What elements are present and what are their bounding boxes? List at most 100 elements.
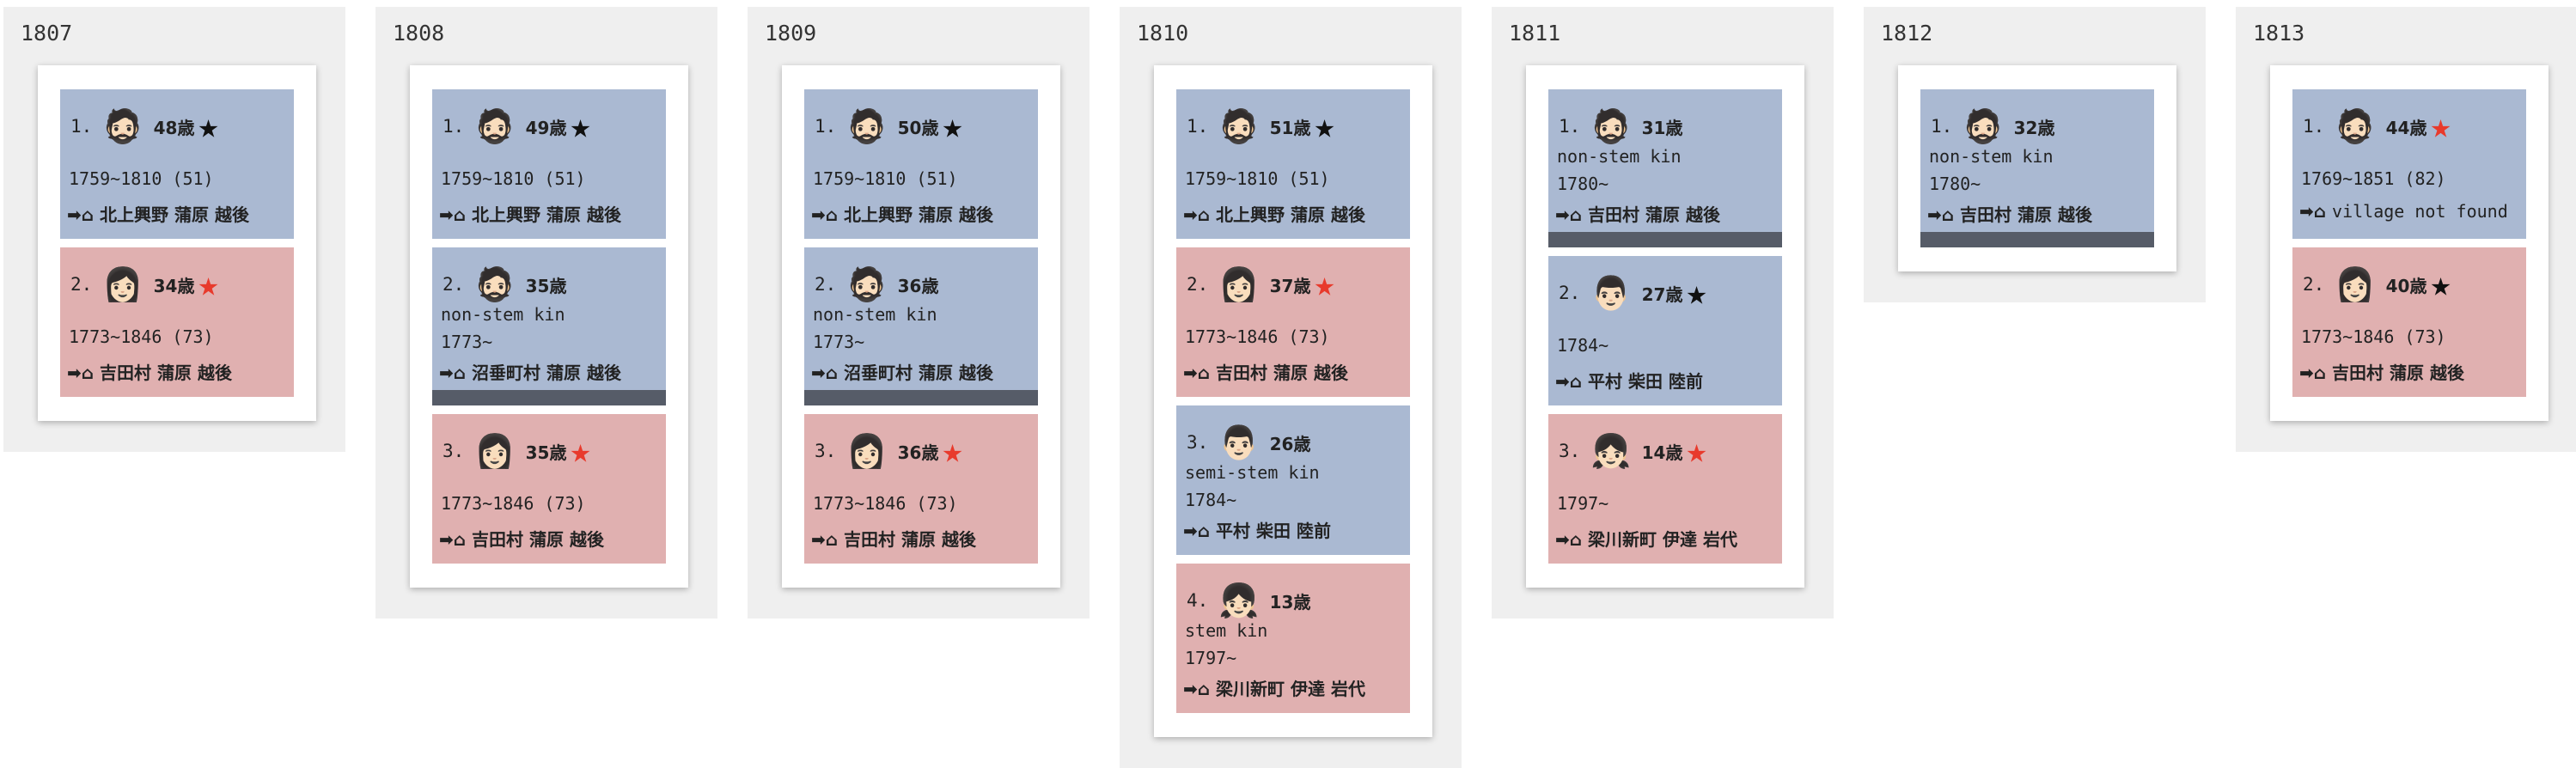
person-header: 1. 🧔🏻 48歳 ★ [70,107,219,146]
household-card[interactable]: 1. 🧔🏻 32歳 non-stem kin 1780~ ➡⌂ 吉田村 蒲原 越後 [1898,65,2176,271]
person-age: 36歳 [897,275,939,296]
person-entry[interactable]: 1. 🧔🏻 49歳 ★ 1759~1810 (51) ➡⌂ 北上興野 蒲原 越後 [432,89,666,239]
life-dates: 1797~ [1557,493,1609,514]
year-label: 1808 [393,21,445,46]
origin-arrow-house-icon: ➡⌂ [67,363,101,383]
person-header: 1. 🧔🏻 44歳 ★ [2303,107,2451,146]
person-age: 13歳 [1269,591,1311,613]
person-age: 40歳 [2385,275,2427,296]
person-entry[interactable]: 3. 👩🏻 35歳 ★ 1773~1846 (73) ➡⌂ 吉田村 蒲原 越後 [432,414,666,564]
location-text: village not found [2332,201,2508,222]
person-entry[interactable]: 3. 👧🏻 14歳 ★ 1797~ ➡⌂ 梁川新町 伊達 岩代 [1548,414,1782,564]
household-card[interactable]: 1. 🧔🏻 50歳 ★ 1759~1810 (51) ➡⌂ 北上興野 蒲原 越後 2. 🧔🏻 3… [782,65,1060,588]
origin-arrow-house-icon: ➡⌂ [811,363,845,383]
origin-location: ➡⌂ 平村 柴田 陸前 [1183,517,1331,542]
origin-arrow-house-icon: ➡⌂ [2299,363,2333,383]
person-face-icon: 👩🏻 [1218,265,1260,303]
origin-location: ➡⌂ 北上興野 蒲原 越後 [1183,201,1365,226]
person-number: 1. [1559,116,1581,137]
person-age: 51歳 [1269,117,1311,138]
person-entry[interactable]: 1. 🧔🏻 48歳 ★ 1759~1810 (51) ➡⌂ 北上興野 蒲原 越後 [60,89,294,239]
person-age: 49歳 [525,117,567,138]
year-label: 1809 [765,21,817,46]
person-number: 3. [443,441,465,461]
head-star-icon: ★ [942,431,963,471]
origin-location: ➡⌂ 北上興野 蒲原 越後 [811,201,993,226]
person-number: 3. [815,441,837,461]
household-card[interactable]: 1. 🧔🏻 44歳 ★ 1769~1851 (82) ➡⌂ village not fou… [2270,65,2549,421]
location-text: 梁川新町 伊達 岩代 [1588,529,1737,550]
person-face-icon: 👩🏻 [102,265,143,303]
origin-location: ➡⌂ 吉田村 蒲原 越後 [67,359,232,384]
location-text: 吉田村 蒲原 越後 [1216,363,1348,383]
kin-type: non-stem kin [1929,146,2054,167]
origin-location: ➡⌂ 吉田村 蒲原 越後 [1555,201,1720,226]
origin-arrow-house-icon: ➡⌂ [811,204,845,225]
person-entry[interactable]: 3. 👩🏻 36歳 ★ 1773~1846 (73) ➡⌂ 吉田村 蒲原 越後 [804,414,1038,564]
head-star-icon: ★ [2430,107,2451,146]
person-face-icon: 🧔🏻 [846,265,888,303]
person-age: 44歳 [2385,117,2427,138]
person-number: 3. [1559,441,1581,461]
person-entry[interactable]: 2. 🧔🏻 36歳 non-stem kin 1773~ ➡⌂ 沼垂町村 蒲原 越後 [804,247,1038,405]
head-star-icon: ★ [1314,265,1335,304]
origin-arrow-house-icon: ➡⌂ [1183,204,1217,225]
head-star-icon: ★ [1314,107,1335,146]
person-entry[interactable]: 1. 🧔🏻 50歳 ★ 1759~1810 (51) ➡⌂ 北上興野 蒲原 越後 [804,89,1038,239]
person-face-icon: 🧔🏻 [1963,107,2004,145]
person-age: 35歳 [525,275,567,296]
person-header: 2. 👩🏻 40歳 ★ [2303,265,2451,304]
year-label: 1813 [2253,21,2305,46]
person-entry[interactable]: 1. 🧔🏻 32歳 non-stem kin 1780~ ➡⌂ 吉田村 蒲原 越後 [1920,89,2154,247]
origin-arrow-house-icon: ➡⌂ [439,363,473,383]
origin-location: ➡⌂ 北上興野 蒲原 越後 [439,201,621,226]
life-dates: 1773~ [813,332,865,352]
household-card[interactable]: 1. 🧔🏻 31歳 non-stem kin 1780~ ➡⌂ 吉田村 蒲原 越後 2. 👨🏻… [1526,65,1804,588]
household-card[interactable]: 1. 🧔🏻 48歳 ★ 1759~1810 (51) ➡⌂ 北上興野 蒲原 越後 2. 👩🏻 3… [38,65,316,421]
year-label: 1811 [1509,21,1561,46]
person-age: 35歳 [525,442,567,463]
location-text: 吉田村 蒲原 越後 [844,529,976,550]
origin-location: ➡⌂ 吉田村 蒲原 越後 [2299,359,2464,384]
location-text: 平村 柴田 陸前 [1216,521,1331,541]
kin-type: non-stem kin [1557,146,1682,167]
person-entry[interactable]: 3. 👨🏻 26歳 semi-stem kin 1784~ ➡⌂ 平村 柴田 陸前 [1176,405,1410,555]
year-column: 1812 1. 🧔🏻 32歳 non-stem kin 1780~ ➡⌂ 吉田村 蒲原 越後 [1864,7,2206,302]
person-entry[interactable]: 2. 👩🏻 37歳 ★ 1773~1846 (73) ➡⌂ 吉田村 蒲原 越後 [1176,247,1410,397]
origin-location: ➡⌂ 吉田村 蒲原 越後 [1183,359,1348,384]
origin-location: ➡⌂ 平村 柴田 陸前 [1555,368,1703,393]
person-entry[interactable]: 2. 👨🏻 27歳 ★ 1784~ ➡⌂ 平村 柴田 陸前 [1548,256,1782,405]
person-entry[interactable]: 4. 👧🏻 13歳 stem kin 1797~ ➡⌂ 梁川新町 伊達 岩代 [1176,564,1410,713]
year-label: 1812 [1881,21,1933,46]
person-face-icon: 🧔🏻 [474,265,516,303]
year-label: 1807 [21,21,73,46]
person-entry[interactable]: 1. 🧔🏻 51歳 ★ 1759~1810 (51) ➡⌂ 北上興野 蒲原 越後 [1176,89,1410,239]
kin-type: semi-stem kin [1185,462,1320,483]
person-entry[interactable]: 1. 🧔🏻 44歳 ★ 1769~1851 (82) ➡⌂ village not fou… [2292,89,2526,239]
person-entry[interactable]: 2. 👩🏻 34歳 ★ 1773~1846 (73) ➡⌂ 吉田村 蒲原 越後 [60,247,294,397]
person-header: 4. 👧🏻 13歳 [1187,581,1310,620]
year-column: 1809 1. 🧔🏻 50歳 ★ 1759~1810 (51) ➡⌂ 北上興野 蒲原 越後 2… [748,7,1090,619]
household-card[interactable]: 1. 🧔🏻 49歳 ★ 1759~1810 (51) ➡⌂ 北上興野 蒲原 越後 2. 🧔🏻 3… [410,65,688,588]
person-face-icon: 🧔🏻 [1218,107,1260,145]
household-card[interactable]: 1. 🧔🏻 51歳 ★ 1759~1810 (51) ➡⌂ 北上興野 蒲原 越後 2. 👩🏻 3… [1154,65,1432,737]
person-age: 50歳 [897,117,939,138]
person-header: 3. 👩🏻 36歳 ★ [815,431,963,471]
head-star-icon: ★ [1686,431,1707,471]
person-age: 32歳 [2013,117,2055,138]
person-face-icon: 👩🏻 [474,432,516,470]
person-entry[interactable]: 1. 🧔🏻 31歳 non-stem kin 1780~ ➡⌂ 吉田村 蒲原 越後 [1548,89,1782,247]
person-number: 2. [1559,283,1581,303]
person-entry[interactable]: 2. 🧔🏻 35歳 non-stem kin 1773~ ➡⌂ 沼垂町村 蒲原 越後 [432,247,666,405]
person-header: 2. 👩🏻 37歳 ★ [1187,265,1335,304]
person-entry[interactable]: 2. 👩🏻 40歳 ★ 1773~1846 (73) ➡⌂ 吉田村 蒲原 越後 [2292,247,2526,397]
location-text: 北上興野 蒲原 越後 [100,204,249,225]
origin-location: ➡⌂ village not found [2299,201,2508,222]
location-text: 北上興野 蒲原 越後 [844,204,993,225]
person-header: 2. 👩🏻 34歳 ★ [70,265,219,304]
life-dates: 1773~1846 (73) [441,493,586,514]
life-dates: 1759~1810 (51) [441,168,586,189]
person-age: 14歳 [1641,442,1683,463]
origin-arrow-house-icon: ➡⌂ [1555,529,1589,550]
location-text: 吉田村 蒲原 越後 [100,363,232,383]
